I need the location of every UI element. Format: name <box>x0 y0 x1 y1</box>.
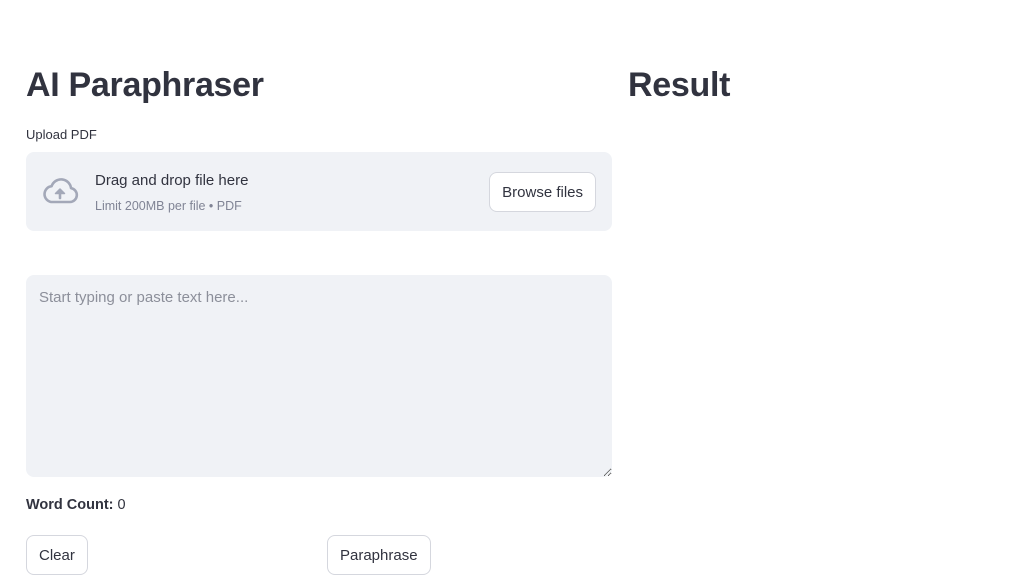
browse-files-button[interactable]: Browse files <box>489 172 596 212</box>
dropzone-limit-text: Limit 200MB per file • PDF <box>95 199 242 213</box>
word-count-label: Word Count: <box>26 497 114 513</box>
paraphrase-button[interactable]: Paraphrase <box>327 535 431 575</box>
text-input[interactable] <box>26 275 612 477</box>
page-title: AI Paraphraser <box>26 66 264 104</box>
cloud-upload-icon <box>41 176 79 206</box>
file-dropzone[interactable]: Drag and drop file here Limit 200MB per … <box>26 152 612 231</box>
clear-button[interactable]: Clear <box>26 535 88 575</box>
upload-label: Upload PDF <box>26 127 97 142</box>
app-page: AI Paraphraser Upload PDF Drag and drop … <box>0 0 1014 579</box>
dropzone-title: Drag and drop file here <box>95 172 249 189</box>
word-count: Word Count: 0 <box>26 497 126 513</box>
text-input-wrapper <box>26 275 612 477</box>
result-title: Result <box>628 66 731 104</box>
word-count-value: 0 <box>117 497 126 513</box>
